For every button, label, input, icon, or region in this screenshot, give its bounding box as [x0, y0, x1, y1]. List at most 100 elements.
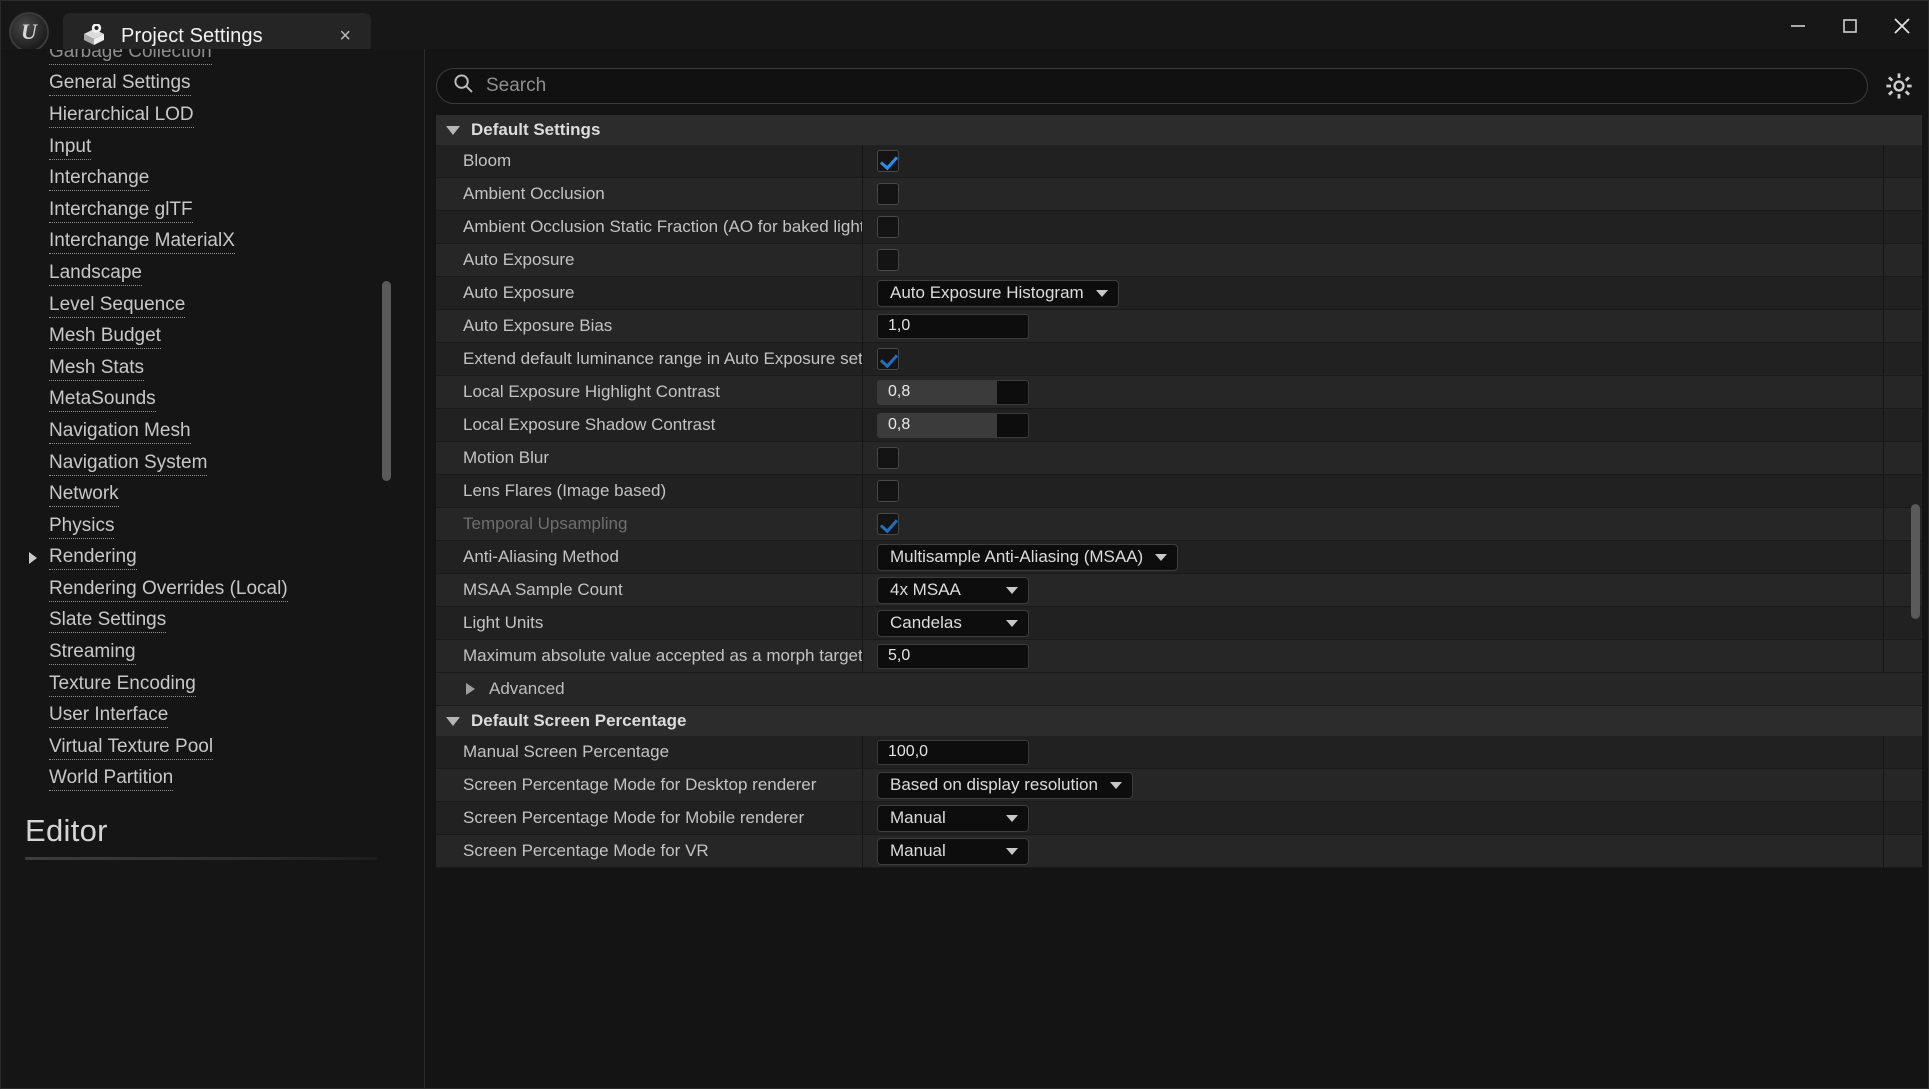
sidebar-item-mesh-budget[interactable]: Mesh Budget — [1, 321, 424, 353]
sidebar-item-user-interface[interactable]: User Interface — [1, 700, 424, 732]
settings-panel: Default SettingsBloomAmbient OcclusionAm… — [425, 49, 1928, 1088]
checkbox-extend-default-luminance-range-in-auto-exposure-[interactable] — [877, 348, 899, 370]
setting-reset-cell — [1884, 277, 1922, 309]
maximize-button[interactable] — [1824, 3, 1876, 49]
search-box[interactable] — [436, 68, 1868, 104]
setting-value-cell — [863, 244, 1884, 276]
slider-local-exposure-highlight-contrast[interactable]: 0,8 — [877, 380, 1029, 405]
group-header-default-settings[interactable]: Default Settings — [436, 115, 1922, 145]
sidebar-item-label: User Interface — [49, 704, 168, 728]
setting-value-cell — [863, 508, 1884, 540]
sidebar-item-label: Landscape — [49, 262, 142, 286]
table-row: MSAA Sample Count4x MSAA — [436, 574, 1922, 607]
sidebar-item-streaming[interactable]: Streaming — [1, 637, 424, 669]
slider-local-exposure-shadow-contrast[interactable]: 0,8 — [877, 413, 1029, 438]
dropdown-value: Manual — [890, 808, 946, 828]
checkbox-bloom[interactable] — [877, 150, 899, 172]
sidebar-scrollbar[interactable] — [382, 281, 391, 481]
tab-close-icon[interactable]: × — [333, 22, 357, 50]
sidebar-item-label: Navigation System — [49, 452, 207, 476]
sidebar-item-interchange[interactable]: Interchange — [1, 163, 424, 195]
sidebar-item-input[interactable]: Input — [1, 132, 424, 164]
row-advanced[interactable]: Advanced — [436, 673, 1922, 706]
chevron-down-icon[interactable] — [1006, 848, 1018, 855]
sidebar-item-virtual-texture-pool[interactable]: Virtual Texture Pool — [1, 732, 424, 764]
sidebar-item-general-settings[interactable]: General Settings — [1, 69, 424, 101]
setting-reset-cell — [1884, 310, 1922, 342]
sidebar-item-interchange-gltf[interactable]: Interchange glTF — [1, 195, 424, 227]
dropdown-auto-exposure[interactable]: Auto Exposure Histogram — [877, 280, 1119, 307]
dropdown-msaa-sample-count[interactable]: 4x MSAA — [877, 577, 1029, 604]
setting-reset-cell — [1884, 835, 1922, 867]
checkbox-ambient-occlusion[interactable] — [877, 183, 899, 205]
chevron-down-icon[interactable] — [1006, 587, 1018, 594]
sidebar-item-garbage-collection[interactable]: Garbage Collection — [1, 49, 424, 69]
checkbox-motion-blur[interactable] — [877, 447, 899, 469]
sidebar-item-metasounds[interactable]: MetaSounds — [1, 385, 424, 417]
sidebar-item-interchange-materialx[interactable]: Interchange MaterialX — [1, 227, 424, 259]
tab-title: Project Settings — [121, 25, 319, 48]
chevron-down-icon[interactable] — [1110, 782, 1122, 789]
sidebar-item-mesh-stats[interactable]: Mesh Stats — [1, 353, 424, 385]
input-maximum-absolute-value-accepted-as-a-morph-targe[interactable]: 5,0 — [877, 644, 1029, 669]
sidebar-item-navigation-mesh[interactable]: Navigation Mesh — [1, 416, 424, 448]
dropdown-value: Auto Exposure Histogram — [890, 283, 1084, 303]
sidebar-item-label: Level Sequence — [49, 294, 185, 318]
chevron-right-icon[interactable] — [466, 683, 475, 695]
sidebar-item-rendering[interactable]: Rendering — [1, 543, 424, 575]
sidebar-item-level-sequence[interactable]: Level Sequence — [1, 290, 424, 322]
input-auto-exposure-bias[interactable]: 1,0 — [877, 314, 1029, 339]
dropdown-anti-aliasing-method[interactable]: Multisample Anti-Aliasing (MSAA) — [877, 544, 1178, 571]
search-input[interactable] — [486, 75, 1851, 97]
checkbox-lens-flares-image-based[interactable] — [877, 480, 899, 502]
setting-label-screen-percentage-mode-for-vr: Screen Percentage Mode for VR — [436, 835, 863, 867]
sidebar-item-hierarchical-lod[interactable]: Hierarchical LOD — [1, 100, 424, 132]
checkbox-ambient-occlusion-static-fraction-ao-for-baked-l[interactable] — [877, 216, 899, 238]
advanced-expander[interactable]: Advanced — [436, 673, 1922, 705]
sidebar-item-label: Interchange — [49, 167, 149, 191]
sidebar-item-world-partition[interactable]: World Partition — [1, 764, 424, 796]
sidebar-item-landscape[interactable]: Landscape — [1, 258, 424, 290]
setting-label-local-exposure-highlight-contrast: Local Exposure Highlight Contrast — [436, 376, 863, 408]
setting-label-maximum-absolute-value-accepted-as-a-morph-targe: Maximum absolute value accepted as a mor… — [436, 640, 863, 672]
chevron-down-icon[interactable] — [1006, 620, 1018, 627]
group-header-default-screen-percentage[interactable]: Default Screen Percentage — [436, 706, 1922, 736]
sidebar-item-label: Rendering — [49, 546, 137, 570]
setting-reset-cell — [1884, 145, 1922, 177]
checkbox-temporal-upsampling — [877, 513, 899, 535]
minimize-button[interactable] — [1772, 3, 1824, 49]
gear-icon[interactable] — [1882, 69, 1916, 103]
setting-value-cell: 5,0 — [863, 640, 1884, 672]
input-manual-screen-percentage[interactable]: 100,0 — [877, 740, 1029, 765]
sidebar-item-navigation-system[interactable]: Navigation System — [1, 448, 424, 480]
sidebar-item-rendering-overrides-local[interactable]: Rendering Overrides (Local) — [1, 574, 424, 606]
dropdown-screen-percentage-mode-for-desktop-renderer[interactable]: Based on display resolution — [877, 772, 1133, 799]
table-row: Bloom — [436, 145, 1922, 178]
chevron-down-icon[interactable] — [1006, 815, 1018, 822]
sidebar-item-network[interactable]: Network — [1, 479, 424, 511]
table-row: Auto Exposure Bias1,0 — [436, 310, 1922, 343]
checkbox-auto-exposure[interactable] — [877, 249, 899, 271]
dropdown-screen-percentage-mode-for-mobile-renderer[interactable]: Manual — [877, 805, 1029, 832]
table-row: Motion Blur — [436, 442, 1922, 475]
sidebar-item-physics[interactable]: Physics — [1, 511, 424, 543]
setting-reset-cell — [1884, 178, 1922, 210]
chevron-down-icon[interactable] — [446, 126, 460, 135]
setting-value-cell: 0,8 — [863, 376, 1884, 408]
settings-scrollbar[interactable] — [1911, 504, 1920, 619]
chevron-down-icon[interactable] — [1155, 554, 1167, 561]
close-button[interactable] — [1876, 3, 1928, 49]
sidebar-item-slate-settings[interactable]: Slate Settings — [1, 606, 424, 638]
setting-value-cell — [863, 178, 1884, 210]
dropdown-screen-percentage-mode-for-vr[interactable]: Manual — [877, 838, 1029, 865]
chevron-down-icon[interactable] — [1096, 290, 1108, 297]
sidebar-item-texture-encoding[interactable]: Texture Encoding — [1, 669, 424, 701]
sidebar-item-label: Network — [49, 483, 119, 507]
chevron-right-icon[interactable] — [29, 552, 37, 564]
setting-reset-cell — [1884, 376, 1922, 408]
setting-value-cell: Manual — [863, 802, 1884, 834]
dropdown-light-units[interactable]: Candelas — [877, 610, 1029, 637]
dropdown-value: Based on display resolution — [890, 775, 1098, 795]
chevron-down-icon[interactable] — [446, 717, 460, 726]
sidebar-section-divider — [25, 857, 377, 860]
